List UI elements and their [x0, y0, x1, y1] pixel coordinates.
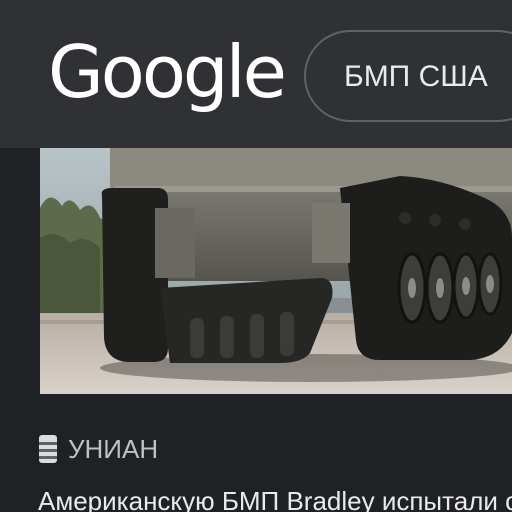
search-input[interactable]: БМП США	[344, 60, 488, 94]
result-source[interactable]: УНИАН	[38, 432, 158, 466]
news-thumbnail[interactable]	[40, 148, 512, 394]
search-results-page: Google БМП США УНИАН Американскую БМП Br…	[0, 0, 512, 512]
news-source-icon	[39, 435, 57, 463]
search-header: Google БМП США	[0, 0, 512, 148]
result-headline[interactable]: Американскую БМП Bradley испытали с но	[38, 486, 512, 512]
source-name: УНИАН	[68, 433, 159, 464]
tracked-vehicle-photo-icon	[40, 148, 512, 394]
google-logo[interactable]: Google	[48, 36, 287, 108]
search-box[interactable]: БМП США	[304, 30, 512, 122]
